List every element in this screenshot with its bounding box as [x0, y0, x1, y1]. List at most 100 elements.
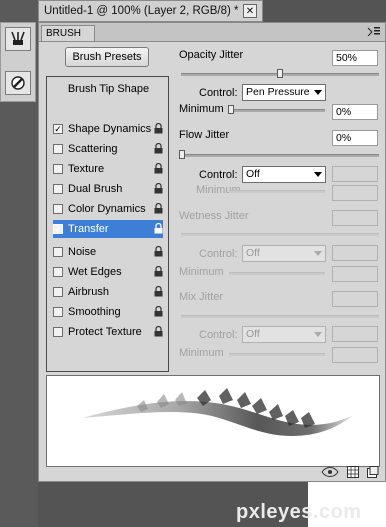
option-label: Protect Texture	[68, 326, 142, 338]
option-checkbox[interactable]	[53, 204, 63, 214]
option-label: Shape Dynamics	[68, 123, 152, 135]
lock-icon[interactable]	[154, 182, 163, 194]
mix-minimum-value	[332, 347, 378, 363]
wetness-jitter-label: Wetness Jitter	[179, 210, 249, 222]
flow-control-dropdown[interactable]: Off	[242, 166, 326, 183]
opacity-control-value: Pen Pressure	[246, 86, 310, 98]
flow-jitter-slider[interactable]	[179, 150, 185, 159]
option-checkbox[interactable]	[53, 327, 63, 337]
mix-jitter-track	[181, 315, 379, 318]
option-checkbox[interactable]	[53, 184, 63, 194]
option-checkbox[interactable]: ✓	[53, 124, 63, 134]
wetness-jitter-track	[181, 233, 379, 236]
lock-icon[interactable]	[154, 202, 163, 214]
lock-icon[interactable]	[154, 245, 163, 257]
lock-icon[interactable]	[154, 325, 163, 337]
watermark: pxleyes.com	[236, 501, 362, 523]
option-label: Scattering	[68, 143, 118, 155]
lock-icon[interactable]	[154, 265, 163, 277]
flow-control-value-box	[332, 166, 378, 182]
mix-minimum-label: Minimum	[179, 347, 224, 359]
brush-option-item[interactable]: Scattering	[53, 140, 163, 158]
brush-panel: BRUSH Brush Presets Brush Tip Shape ✓ Sha…	[38, 22, 386, 482]
option-checkbox[interactable]	[53, 144, 63, 154]
opacity-minimum-value[interactable]: 0%	[332, 104, 378, 120]
brush-stroke-preview	[46, 375, 380, 467]
brush-option-item[interactable]: Protect Texture	[53, 323, 163, 341]
option-label: Color Dynamics	[68, 203, 146, 215]
wetness-minimum-label: Minimum	[179, 266, 224, 278]
brush-presets-icon[interactable]	[5, 71, 31, 95]
flow-minimum-track	[229, 190, 325, 193]
lock-icon[interactable]	[154, 285, 163, 297]
brush-option-item[interactable]: Wet Edges	[53, 263, 163, 281]
option-label: Texture	[68, 163, 105, 175]
opacity-minimum-slider[interactable]	[228, 105, 234, 114]
panel-menu-icon[interactable]	[367, 26, 381, 39]
mix-jitter-label: Mix Jitter	[179, 291, 223, 303]
mix-jitter-value	[332, 291, 378, 307]
brush-option-item[interactable]: Texture	[53, 160, 163, 178]
opacity-jitter-value[interactable]: 50%	[332, 50, 378, 66]
opacity-jitter-slider[interactable]	[277, 69, 283, 78]
brush-option-item[interactable]: Airbrush	[53, 283, 163, 301]
flow-jitter-label: Flow Jitter	[179, 129, 230, 141]
flow-jitter-value[interactable]: 0%	[332, 130, 378, 146]
chevron-down-icon	[314, 90, 322, 95]
new-preset-icon[interactable]	[367, 466, 379, 480]
mix-control-label: Control:	[199, 329, 238, 341]
panel-footer	[321, 466, 379, 480]
option-checkbox[interactable]	[53, 164, 63, 174]
mix-control-dropdown: Off	[242, 326, 326, 343]
brush-option-item[interactable]: Dual Brush	[53, 180, 163, 198]
brush-presets-button[interactable]: Brush Presets	[65, 47, 149, 67]
flow-control-value: Off	[246, 168, 260, 180]
lock-icon[interactable]	[154, 162, 163, 174]
option-checkbox[interactable]	[53, 287, 63, 297]
chevron-down-icon	[314, 251, 322, 256]
opacity-control-dropdown[interactable]: Pen Pressure	[242, 84, 326, 101]
opacity-minimum-track[interactable]	[229, 109, 325, 112]
opacity-jitter-label: Opacity Jitter	[179, 49, 244, 61]
wetness-control-label: Control:	[199, 248, 238, 260]
panel-header: BRUSH	[39, 23, 385, 42]
tab-brush[interactable]: BRUSH	[41, 25, 95, 41]
mix-control-value: Off	[246, 328, 260, 340]
option-label: Wet Edges	[68, 266, 122, 278]
panel-icon-dock	[0, 22, 36, 102]
brush-icon[interactable]	[5, 27, 31, 51]
document-tab[interactable]: Untitled-1 @ 100% (Layer 2, RGB/8) * ✕	[38, 0, 263, 22]
grid-icon[interactable]	[347, 466, 359, 480]
wetness-minimum-value	[332, 266, 378, 282]
option-label: Transfer	[68, 223, 109, 235]
lock-icon[interactable]	[154, 122, 163, 134]
brush-options-list: Brush Tip Shape ✓ Shape Dynamics Scatterin…	[46, 76, 169, 372]
option-checkbox[interactable]	[53, 307, 63, 317]
option-label: Noise	[68, 246, 97, 258]
chevron-down-icon	[314, 332, 322, 337]
mix-minimum-track	[229, 353, 325, 356]
wetness-jitter-value	[332, 210, 378, 226]
brush-option-item[interactable]: Color Dynamics	[53, 200, 163, 218]
brush-tip-shape-item[interactable]: Brush Tip Shape	[47, 83, 170, 95]
close-icon[interactable]: ✕	[243, 4, 257, 18]
brush-option-item[interactable]: ✓ Transfer	[53, 220, 163, 238]
brush-option-item[interactable]: Smoothing	[53, 303, 163, 321]
flow-jitter-track[interactable]	[181, 154, 379, 157]
option-checkbox[interactable]: ✓	[53, 224, 63, 234]
opacity-minimum-label: Minimum	[179, 103, 224, 115]
option-label: Dual Brush	[68, 183, 123, 195]
lock-icon[interactable]	[154, 222, 163, 234]
lock-icon[interactable]	[154, 142, 163, 154]
flow-minimum-value	[332, 185, 378, 201]
lock-icon[interactable]	[154, 305, 163, 317]
brush-option-item[interactable]: Noise	[53, 243, 163, 261]
option-label: Smoothing	[68, 306, 121, 318]
option-checkbox[interactable]	[53, 247, 63, 257]
brush-option-item[interactable]: ✓ Shape Dynamics	[53, 120, 163, 138]
flow-control-label: Control:	[199, 169, 238, 181]
mix-control-value-box	[332, 326, 378, 342]
option-checkbox[interactable]	[53, 267, 63, 277]
eye-icon[interactable]	[321, 466, 339, 480]
wetness-minimum-track	[229, 272, 325, 275]
